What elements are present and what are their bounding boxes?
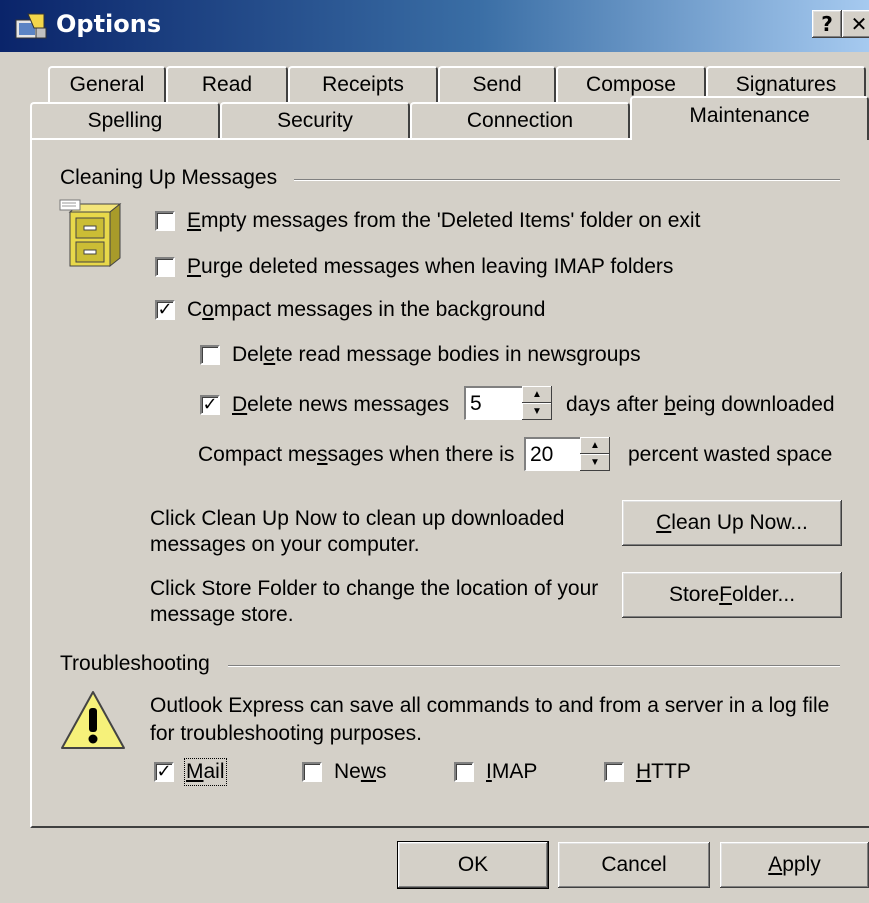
apply-button[interactable]: Apply bbox=[720, 842, 869, 888]
help-button[interactable]: ? bbox=[812, 10, 842, 38]
purge-imap-option[interactable]: Purge deleted messages when leaving IMAP… bbox=[155, 255, 673, 279]
close-icon: ✕ bbox=[850, 12, 868, 36]
tab-maintenance[interactable]: Maintenance bbox=[630, 96, 869, 140]
tab-label: Maintenance bbox=[689, 104, 810, 127]
cleaning-group-label: Cleaning Up Messages bbox=[60, 166, 278, 189]
percent-input[interactable]: 20 bbox=[524, 437, 582, 471]
delete-news-option[interactable]: ✓ Delete news messages bbox=[200, 393, 449, 417]
tab-label: Receipts bbox=[322, 73, 404, 96]
log-http-option[interactable]: HTTP bbox=[604, 760, 691, 784]
empty-deleted-checkbox[interactable] bbox=[155, 211, 175, 231]
tab-label: Connection bbox=[466, 109, 574, 132]
delete-news-checkbox[interactable]: ✓ bbox=[200, 395, 220, 415]
tab-label: Compose bbox=[586, 73, 676, 96]
tab-send[interactable]: Send bbox=[438, 66, 556, 102]
option-label: News bbox=[334, 760, 387, 783]
tab-label: Spelling bbox=[87, 109, 163, 132]
tab-label: Signatures bbox=[735, 73, 837, 96]
window-title: Options bbox=[56, 10, 162, 38]
option-label: Compact messages in the background bbox=[187, 298, 546, 321]
filing-cabinet-icon bbox=[59, 199, 122, 268]
log-imap-option[interactable]: IMAP bbox=[454, 760, 537, 784]
close-button[interactable]: ✕ bbox=[842, 10, 869, 38]
tab-read[interactable]: Read bbox=[166, 66, 288, 102]
option-label: Empty messages from the 'Deleted Items' … bbox=[187, 209, 701, 232]
ok-button[interactable]: OK bbox=[397, 841, 549, 889]
compact-bg-option[interactable]: ✓ Compact messages in the background bbox=[155, 298, 545, 322]
spin-down-icon[interactable]: ▼ bbox=[522, 403, 552, 420]
empty-deleted-option[interactable]: Empty messages from the 'Deleted Items' … bbox=[155, 209, 700, 233]
percent-suffix-label: percent wasted space bbox=[628, 443, 833, 466]
days-input[interactable]: 5 bbox=[464, 386, 524, 420]
options-app-icon bbox=[15, 13, 47, 39]
option-label: Delete read message bodies in newsgroups bbox=[232, 343, 641, 366]
delete-read-bodies-checkbox[interactable] bbox=[200, 345, 220, 365]
days-spinner[interactable]: ▲ ▼ bbox=[522, 386, 552, 420]
log-mail-checkbox[interactable]: ✓ bbox=[154, 762, 174, 782]
cleanup-description: Click Clean Up Now to clean up downloade… bbox=[150, 507, 565, 556]
tab-security[interactable]: Security bbox=[220, 102, 410, 138]
store-folder-button[interactable]: Store Folder... bbox=[622, 572, 842, 618]
log-news-checkbox[interactable] bbox=[302, 762, 322, 782]
compact-when-label: Compact messages when there is bbox=[198, 443, 515, 466]
percent-spinner[interactable]: ▲ ▼ bbox=[580, 437, 610, 471]
delete-read-bodies-option[interactable]: Delete read message bodies in newsgroups bbox=[200, 343, 641, 367]
purge-imap-checkbox[interactable] bbox=[155, 257, 175, 277]
tab-general[interactable]: General bbox=[48, 66, 166, 102]
days-suffix-label: days after being downloaded bbox=[566, 393, 835, 416]
log-http-checkbox[interactable] bbox=[604, 762, 624, 782]
option-label: IMAP bbox=[486, 760, 538, 783]
store-description: Click Store Folder to change the locatio… bbox=[150, 577, 599, 626]
tab-label: Security bbox=[277, 109, 353, 132]
clean-up-now-button[interactable]: Clean Up Now... bbox=[622, 500, 842, 546]
option-label: Mail bbox=[184, 758, 227, 786]
tab-receipts[interactable]: Receipts bbox=[288, 66, 438, 102]
warning-icon bbox=[61, 691, 125, 749]
option-label: Delete news messages bbox=[232, 393, 450, 416]
log-imap-checkbox[interactable] bbox=[454, 762, 474, 782]
spin-up-icon[interactable]: ▲ bbox=[580, 437, 610, 454]
cancel-button[interactable]: Cancel bbox=[558, 842, 710, 888]
tab-connection[interactable]: Connection bbox=[410, 102, 630, 138]
troubleshooting-description: Outlook Express can save all commands to… bbox=[150, 694, 830, 745]
option-label: Purge deleted messages when leaving IMAP… bbox=[187, 255, 674, 278]
tab-label: General bbox=[69, 73, 145, 96]
tab-label: Read bbox=[201, 73, 253, 96]
group-divider bbox=[294, 179, 840, 181]
log-news-option[interactable]: News bbox=[302, 760, 387, 784]
title-bar[interactable]: Options ? ✕ bbox=[0, 0, 869, 52]
option-label: HTTP bbox=[636, 760, 691, 783]
troubleshooting-group-label: Troubleshooting bbox=[60, 652, 210, 675]
compact-bg-checkbox[interactable]: ✓ bbox=[155, 300, 175, 320]
group-divider bbox=[228, 665, 840, 667]
log-mail-option[interactable]: ✓ Mail bbox=[154, 758, 227, 786]
tab-label: Send bbox=[472, 73, 522, 96]
tab-spelling[interactable]: Spelling bbox=[30, 102, 220, 138]
spin-up-icon[interactable]: ▲ bbox=[522, 386, 552, 403]
spin-down-icon[interactable]: ▼ bbox=[580, 454, 610, 471]
